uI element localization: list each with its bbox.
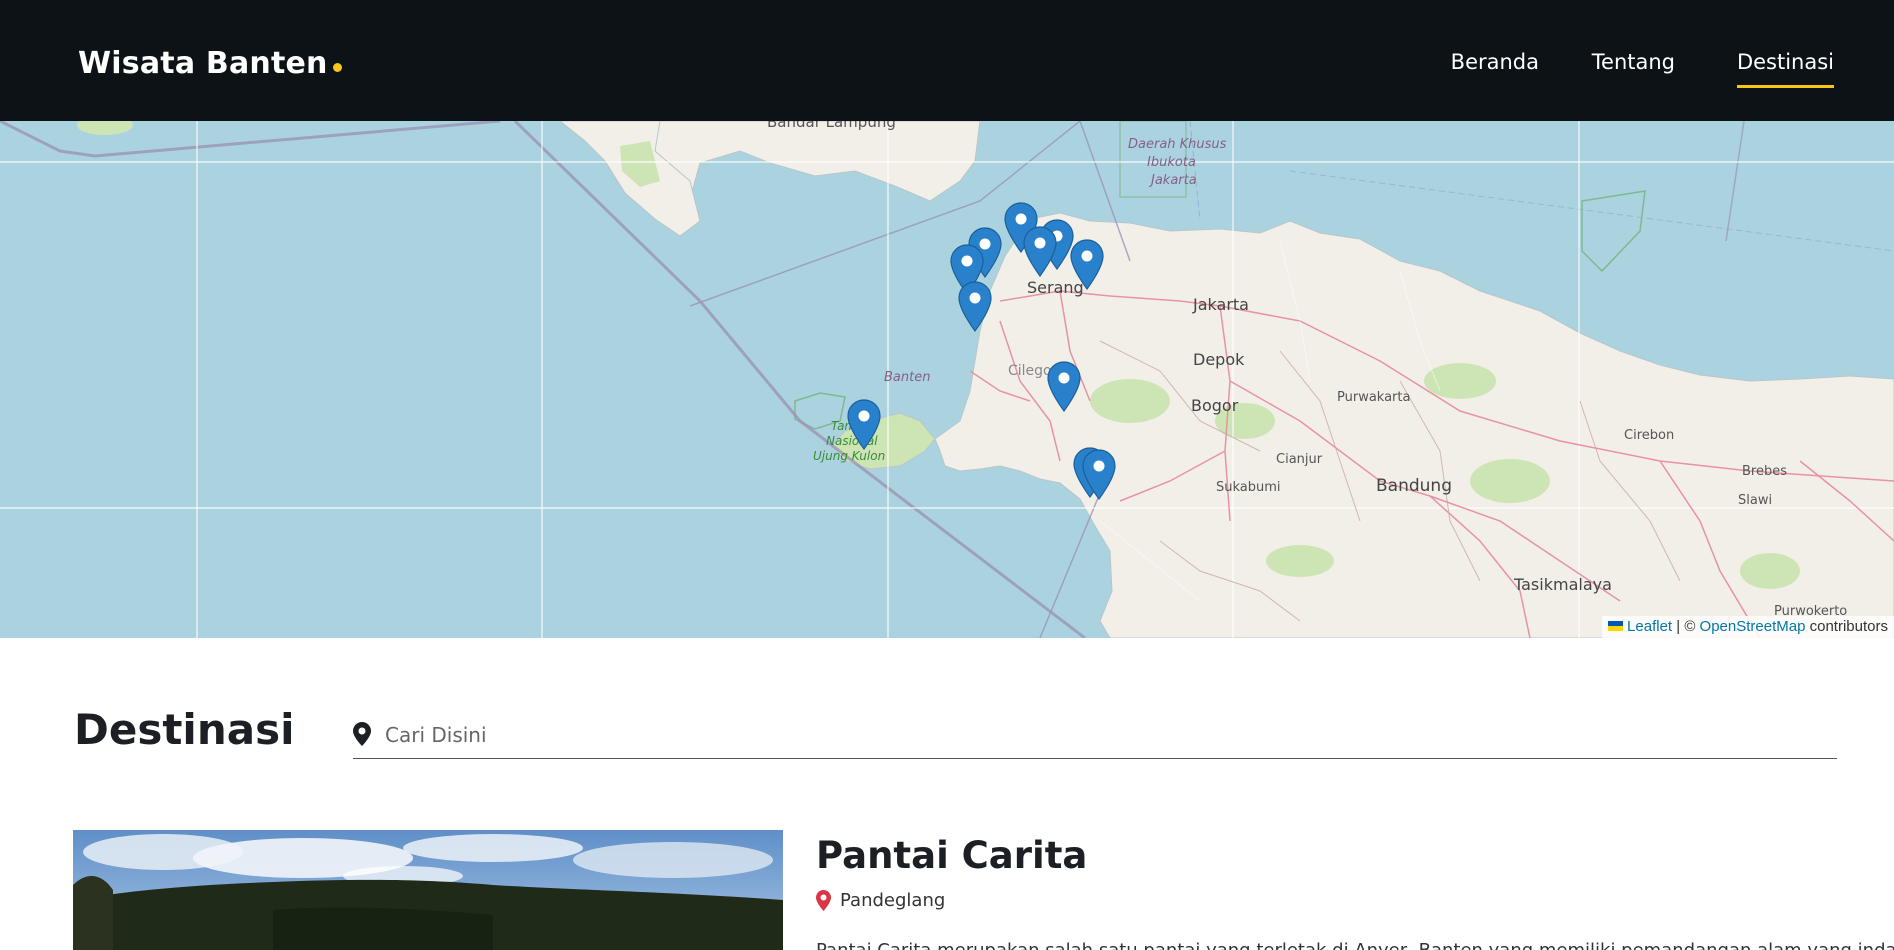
label-cirebon: Cirebon: [1624, 428, 1674, 443]
forest-6: [1266, 545, 1334, 577]
label-tasikmalaya: Tasikmalaya: [1513, 575, 1612, 594]
label-dki-2: Ibukota: [1147, 155, 1196, 170]
label-brebes: Brebes: [1742, 464, 1787, 479]
label-jakarta: Jakarta: [1192, 295, 1249, 314]
label-sukabumi: Sukabumi: [1216, 480, 1281, 495]
openstreetmap-link[interactable]: OpenStreetMap: [1700, 618, 1806, 635]
nav-link-destinasi[interactable]: Destinasi: [1736, 50, 1834, 88]
label-banten: Banten: [884, 370, 930, 385]
brand-logo[interactable]: Wisata Banten: [78, 46, 342, 81]
boundary-7: [1039, 480, 1106, 638]
boundary-8: [1725, 121, 1745, 242]
label-cianjur: Cianjur: [1276, 452, 1323, 467]
label-serang: Serang: [1027, 278, 1084, 297]
nav-link-beranda[interactable]: Beranda: [1451, 50, 1539, 88]
forest-4: [1470, 459, 1550, 503]
land-island-sumatra: [77, 121, 133, 135]
label-dki-1: Daerah Khusus: [1128, 137, 1227, 152]
map-pin-icon: [816, 890, 831, 911]
search-bar: [353, 716, 1837, 759]
label-purwakarta: Purwakarta: [1337, 390, 1410, 405]
boundary-1: [0, 121, 501, 158]
leaflet-link[interactable]: Leaflet: [1627, 618, 1672, 635]
attribution-contributors: contributors: [1805, 618, 1888, 635]
label-bandung: Bandung: [1376, 476, 1452, 496]
brand-dot-icon: [332, 63, 342, 72]
destination-map[interactable]: Bandar Lampung Cilegon Serang Jakarta De…: [0, 121, 1894, 638]
brand-name[interactable]: Wisata Banten: [78, 46, 328, 81]
map-pin-icon: [353, 722, 371, 746]
navbar: Wisata Banten Beranda Tentang Destinasi: [0, 0, 1894, 121]
boundary-6: [1289, 170, 1894, 252]
forest-5: [1740, 553, 1800, 589]
label-depok: Depok: [1193, 350, 1245, 369]
boundary-5: [1189, 121, 1201, 222]
map-attribution: Leaflet | © OpenStreetMap contributors: [1602, 616, 1894, 638]
label-ujung-kulon-3: Ujung Kulon: [813, 449, 885, 463]
attribution-separator: | ©: [1672, 618, 1700, 635]
label-slawi: Slawi: [1738, 493, 1772, 508]
island-box-east: [1581, 190, 1646, 273]
forest-1: [1090, 379, 1170, 423]
nav-link-tentang[interactable]: Tentang: [1592, 50, 1675, 88]
destination-description: Pantai Carita merupakan salah satu panta…: [816, 940, 1894, 950]
destination-title[interactable]: Pantai Carita: [816, 834, 1087, 877]
destination-location-label: Pandeglang: [840, 890, 946, 911]
label-bogor: Bogor: [1191, 396, 1239, 415]
forest-3: [1424, 363, 1496, 399]
section-title: Destinasi: [74, 705, 295, 754]
label-bandar-lampung: Bandar Lampung: [767, 121, 896, 131]
destination-image[interactable]: [73, 830, 783, 950]
search-input[interactable]: [385, 718, 1825, 752]
map-tiles: Bandar Lampung Cilegon Serang Jakarta De…: [0, 121, 1894, 638]
ukraine-flag-icon: [1608, 621, 1624, 631]
label-dki-3: Jakarta: [1148, 173, 1197, 188]
